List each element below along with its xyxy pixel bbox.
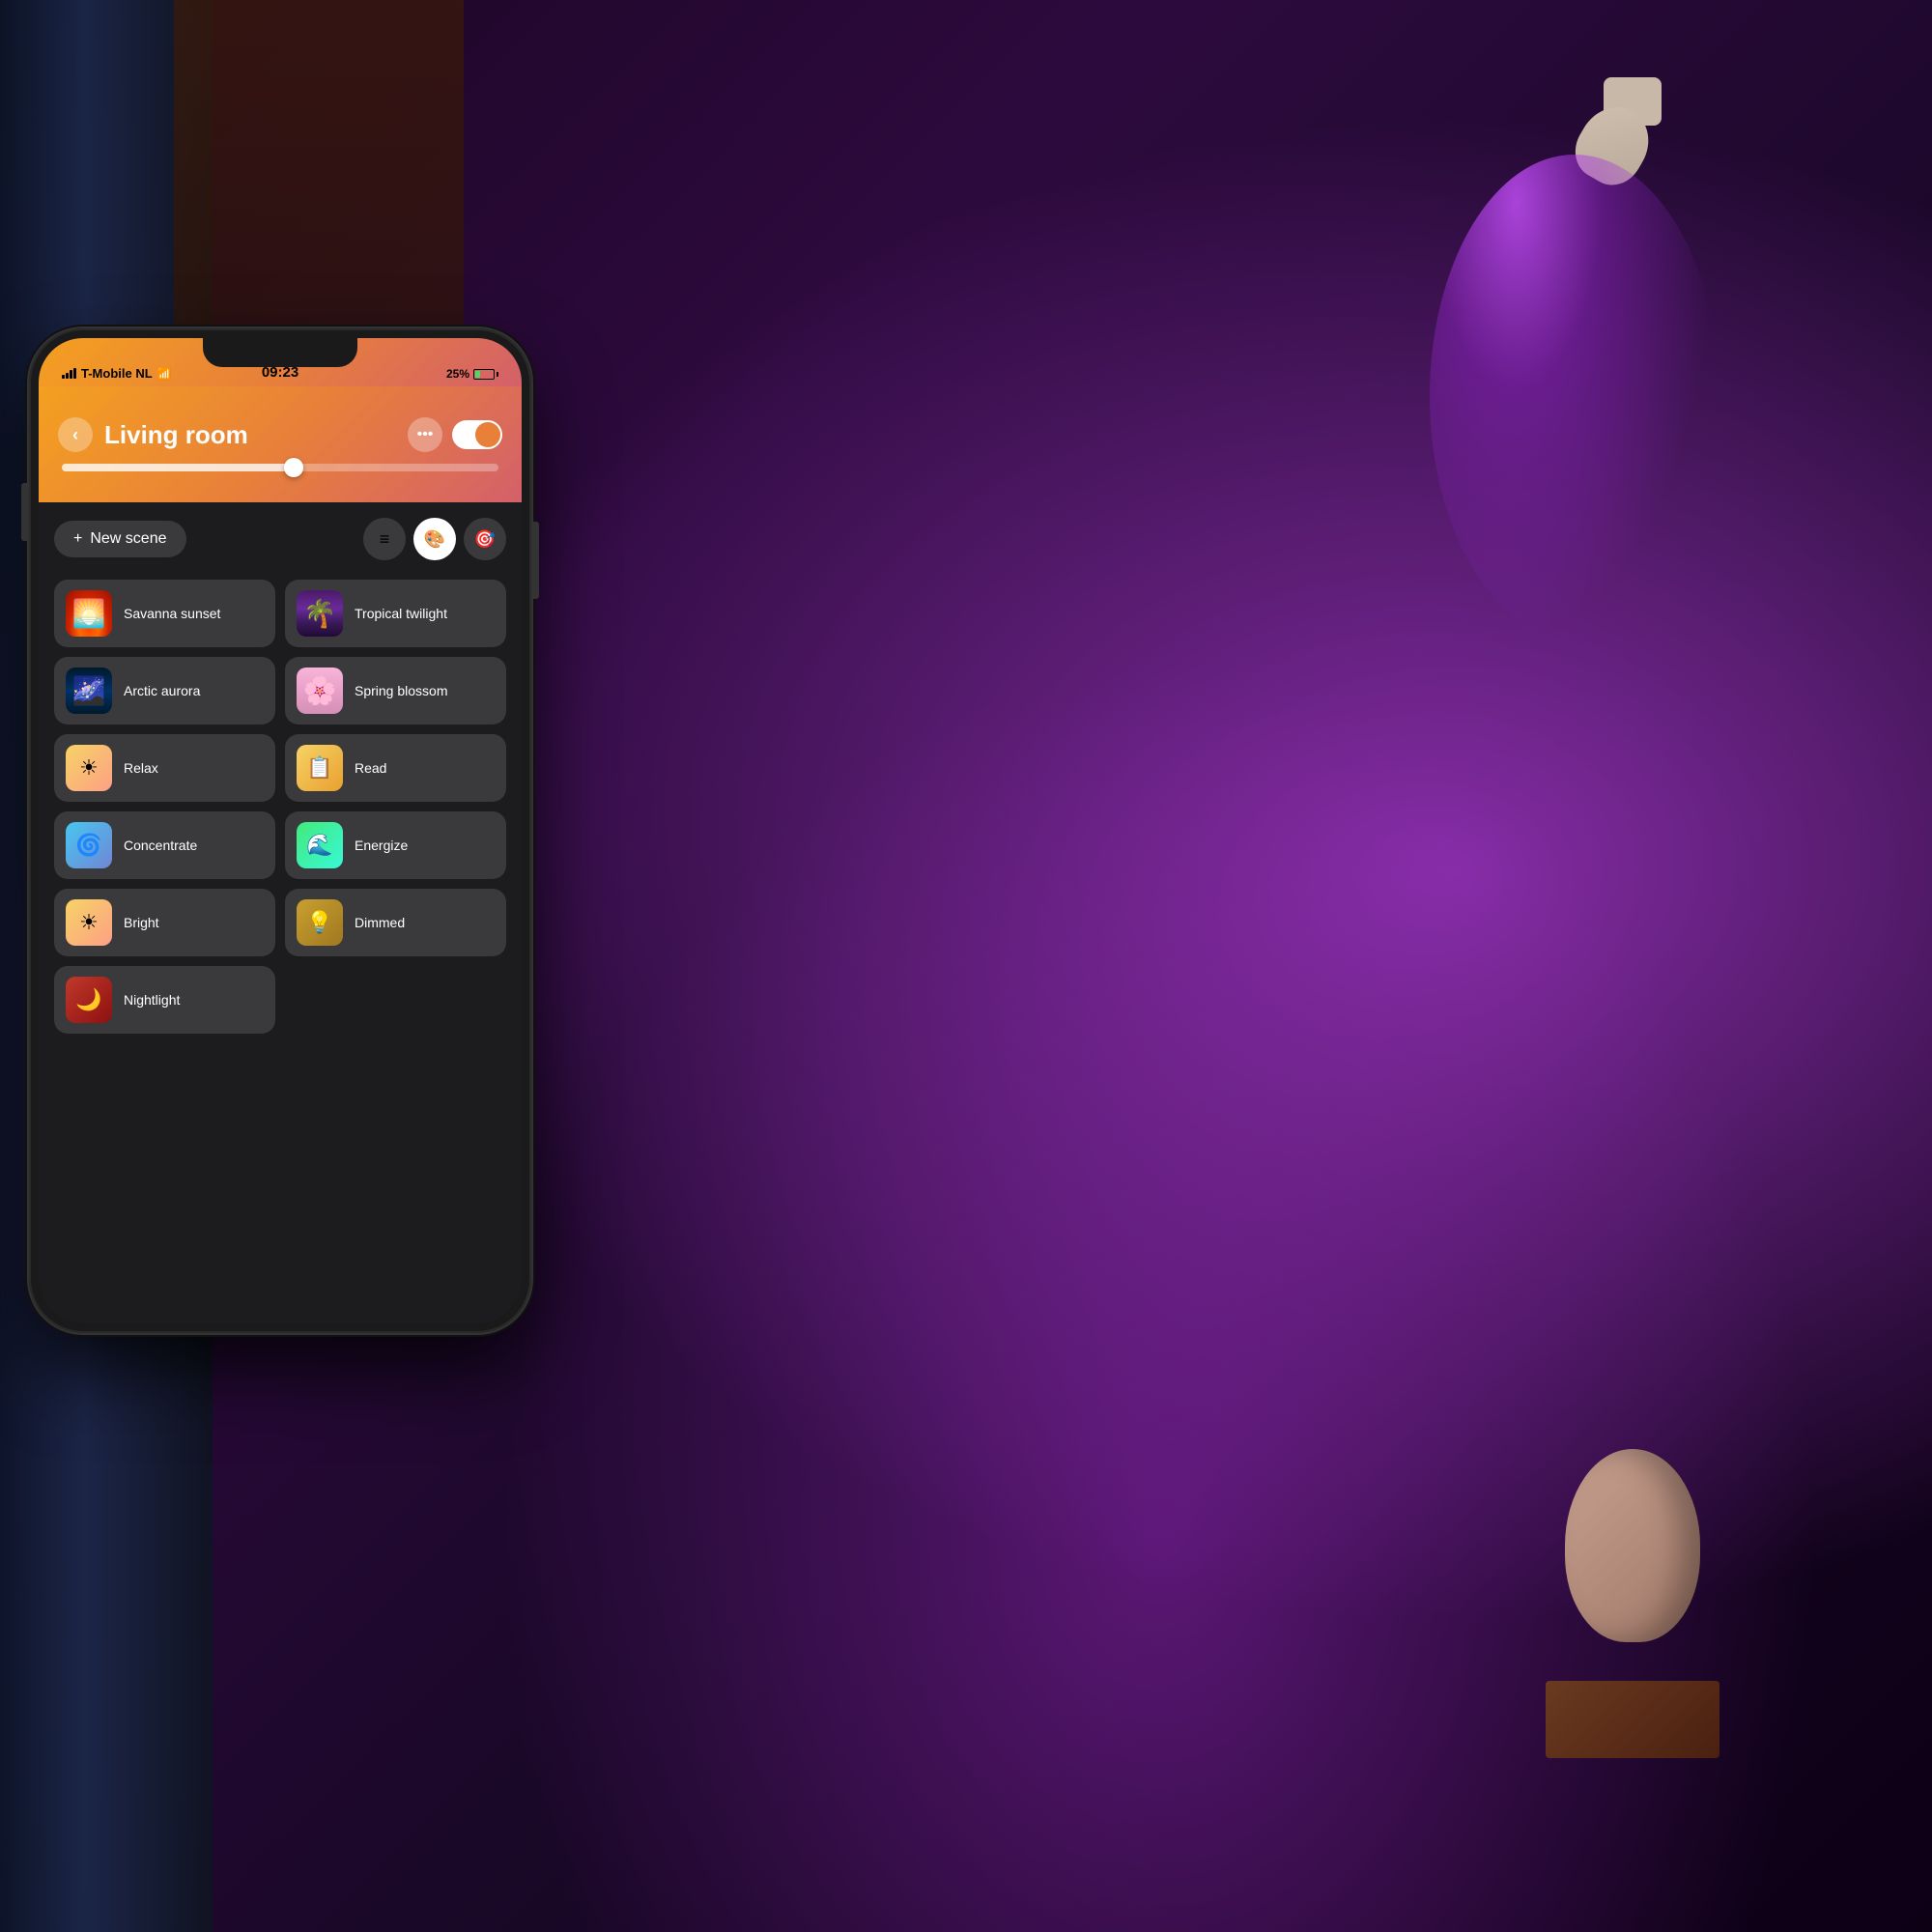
scene-item-savanna-sunset[interactable]: Savanna sunset (54, 580, 275, 647)
battery-indicator (473, 369, 498, 380)
scene-icon-read: 📋 (297, 745, 343, 791)
scene-item-concentrate[interactable]: 🌀 Concentrate (54, 811, 275, 879)
palette-view-button[interactable]: 🎨 (413, 518, 456, 560)
battery-tip (497, 372, 498, 377)
scene-item-tropical-twilight[interactable]: Tropical twilight (285, 580, 506, 647)
battery-percent: 25% (446, 367, 469, 381)
scene-icon-tropical (297, 590, 343, 637)
wifi-icon: 📶 (157, 367, 172, 381)
view-controls: ≡ 🎨 🎯 (363, 518, 506, 560)
room-title: Living room (104, 420, 408, 450)
carrier-label: T-Mobile NL (81, 366, 153, 381)
phone-wrapper: T-Mobile NL 📶 09:23 25% (29, 328, 531, 1913)
battery-fill (475, 371, 480, 378)
scene-item-energize[interactable]: 🌊 Energize (285, 811, 506, 879)
scene-icon-arctic (66, 668, 112, 714)
scene-item-bright[interactable]: ☀ Bright (54, 889, 275, 956)
savanna-image (66, 590, 112, 637)
scene-label-dimmed: Dimmed (355, 915, 405, 930)
scene-label-read: Read (355, 760, 386, 776)
scene-item-arctic-aurora[interactable]: Arctic aurora (54, 657, 275, 724)
signal-bars (62, 368, 76, 379)
scene-icon-energize: 🌊 (297, 822, 343, 868)
list-icon: ≡ (380, 529, 390, 550)
scene-label-energize: Energize (355, 838, 408, 853)
phone-screen: T-Mobile NL 📶 09:23 25% (39, 338, 522, 1323)
battery-body (473, 369, 495, 380)
signal-bar-3 (70, 370, 72, 379)
scene-label-nightlight: Nightlight (124, 992, 180, 1008)
scene-label-arctic: Arctic aurora (124, 683, 200, 698)
more-button[interactable]: ••• (408, 417, 442, 452)
new-scene-button[interactable]: + New scene (54, 521, 186, 557)
brightness-slider[interactable] (62, 464, 498, 471)
scene-label-concentrate: Concentrate (124, 838, 197, 853)
app-header: ‹ Living room ••• (39, 386, 522, 502)
tropical-image (297, 590, 343, 637)
room-toggle[interactable] (452, 420, 502, 449)
scene-item-nightlight[interactable]: 🌙 Nightlight (54, 966, 275, 1034)
phone-frame: T-Mobile NL 📶 09:23 25% (29, 328, 531, 1333)
scene-icon-savanna (66, 590, 112, 637)
back-button[interactable]: ‹ (58, 417, 93, 452)
sculpture-head (1565, 1449, 1700, 1642)
color-wheel-icon: 🎯 (474, 529, 496, 550)
brightness-fill (62, 464, 302, 471)
scene-label-relax: Relax (124, 760, 158, 776)
signal-bar-2 (66, 373, 69, 379)
scene-label-spring: Spring blossom (355, 683, 448, 698)
scene-controls: + New scene ≡ 🎨 🎯 (54, 518, 506, 560)
scene-icon-bright: ☀ (66, 899, 112, 946)
status-bar-left: T-Mobile NL 📶 (62, 366, 172, 381)
scene-label-bright: Bright (124, 915, 159, 930)
plus-icon: + (73, 530, 82, 548)
scene-item-dimmed[interactable]: 💡 Dimmed (285, 889, 506, 956)
back-icon: ‹ (72, 425, 78, 445)
scene-icon-concentrate: 🌀 (66, 822, 112, 868)
scene-label-savanna: Savanna sunset (124, 606, 220, 621)
spring-image (297, 668, 343, 714)
scene-icon-nightlight: 🌙 (66, 977, 112, 1023)
arctic-image (66, 668, 112, 714)
list-view-button[interactable]: ≡ (363, 518, 406, 560)
toggle-knob (475, 422, 500, 447)
scene-icon-relax: ☀ (66, 745, 112, 791)
scene-grid: Savanna sunset Tropical twilight Arctic … (54, 580, 506, 1034)
header-top: ‹ Living room ••• (58, 417, 502, 452)
lamp-glow (1430, 155, 1719, 638)
new-scene-label: New scene (90, 530, 166, 548)
more-icon: ••• (417, 426, 434, 443)
content-area: + New scene ≡ 🎨 🎯 (39, 502, 522, 1323)
color-wheel-button[interactable]: 🎯 (464, 518, 506, 560)
brightness-thumb[interactable] (284, 458, 303, 477)
scene-item-spring-blossom[interactable]: Spring blossom (285, 657, 506, 724)
scene-icon-dimmed: 💡 (297, 899, 343, 946)
sculpture (1546, 1449, 1719, 1758)
palette-icon: 🎨 (424, 529, 445, 550)
scene-item-relax[interactable]: ☀ Relax (54, 734, 275, 802)
scene-label-tropical: Tropical twilight (355, 606, 447, 621)
scene-item-read[interactable]: 📋 Read (285, 734, 506, 802)
notch (203, 338, 357, 367)
sculpture-base (1546, 1681, 1719, 1758)
wall-lamp (1546, 58, 1662, 251)
status-bar-right: 25% (446, 367, 498, 381)
signal-bar-1 (62, 375, 65, 379)
signal-bar-4 (73, 368, 76, 379)
scene-icon-spring (297, 668, 343, 714)
